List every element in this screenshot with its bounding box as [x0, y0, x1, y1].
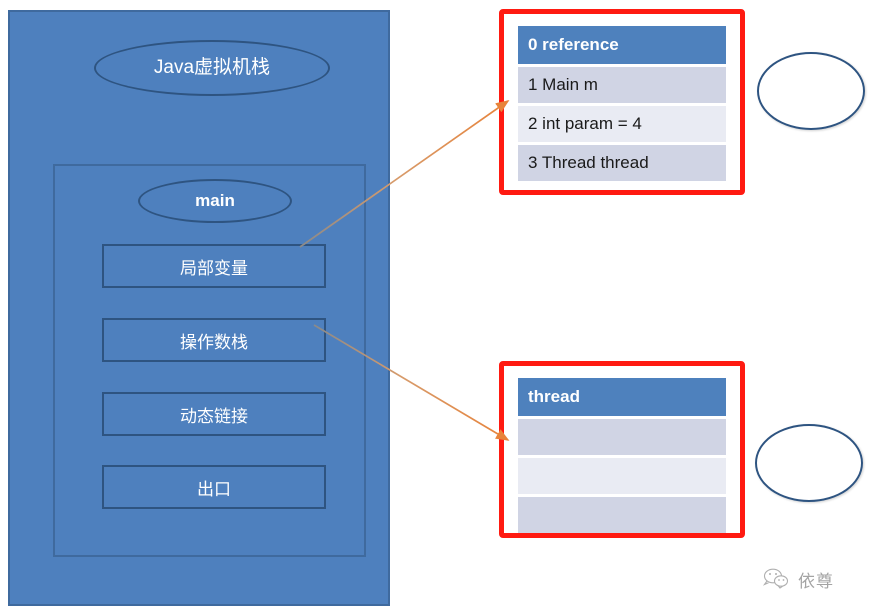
local-variable-table-box: 0 reference 1 Main m 2 int param = 4 3 T…: [499, 9, 745, 195]
main-frame-ellipse: main: [138, 179, 292, 223]
diagram-canvas: Java虚拟机栈 main 局部变量 操作数栈 动态链接 出口 0 refere…: [0, 0, 874, 616]
jvm-stack-panel: Java虚拟机栈 main 局部变量 操作数栈 动态链接 出口: [8, 10, 390, 606]
table-header-row: 0 reference: [518, 26, 726, 64]
slot-return-address: 出口: [102, 465, 326, 509]
slot-dynamic-linking: 动态链接: [102, 392, 326, 436]
operand-stack-table-box: thread: [499, 361, 745, 538]
operand-stack-label-line2: 数栈: [789, 463, 828, 484]
table-header-row: thread: [518, 378, 726, 416]
local-variable-label-line2: 变量: [791, 91, 830, 112]
watermark-text: 依尊: [798, 571, 834, 591]
slot-operand-stack: 操作数栈: [102, 318, 326, 362]
watermark: 依尊: [762, 562, 866, 596]
table-row: [518, 458, 726, 494]
local-variable-label-line1: 局部: [791, 69, 830, 91]
wechat-logo-icon: [762, 568, 789, 589]
jvm-stack-title-ellipse: Java虚拟机栈: [94, 40, 330, 96]
local-variable-table: 0 reference 1 Main m 2 int param = 4 3 T…: [518, 26, 726, 181]
table-row: 2 int param = 4: [518, 106, 726, 142]
table-row: [518, 497, 726, 533]
operand-stack-label-ellipse: 操作 数栈: [755, 424, 863, 502]
slot-local-variables: 局部变量: [102, 244, 326, 288]
operand-stack-table: thread: [518, 378, 726, 533]
table-row: 3 Thread thread: [518, 145, 726, 181]
operand-stack-label-line1: 操作: [789, 441, 828, 463]
table-row: 1 Main m: [518, 67, 726, 103]
local-variable-label-ellipse: 局部 变量: [757, 52, 865, 130]
table-row: [518, 419, 726, 455]
